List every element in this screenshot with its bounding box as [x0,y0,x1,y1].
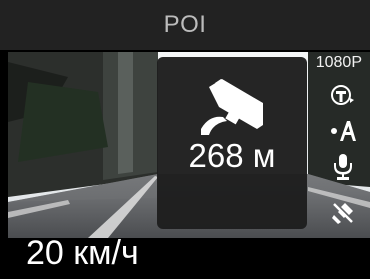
dashcam-screen: POI 268 м 1080P 20 км/ч [0,0,370,279]
lens-auto-icon [331,85,354,105]
poi-alert-panel: 268 м [157,57,307,229]
current-speed: 20 км/ч [26,234,139,272]
title-bar: POI [0,0,370,50]
status-strip: 1080P [306,50,368,230]
microphone-icon [334,154,352,180]
gps-off-icon [332,203,353,224]
auto-exposure-icon [331,121,356,141]
page-title: POI [163,11,207,38]
poi-distance: 268 м [188,137,276,174]
speed-bar: 20 км/ч [0,234,370,279]
resolution-label: 1080P [315,54,362,71]
speed-camera-icon [201,79,263,135]
